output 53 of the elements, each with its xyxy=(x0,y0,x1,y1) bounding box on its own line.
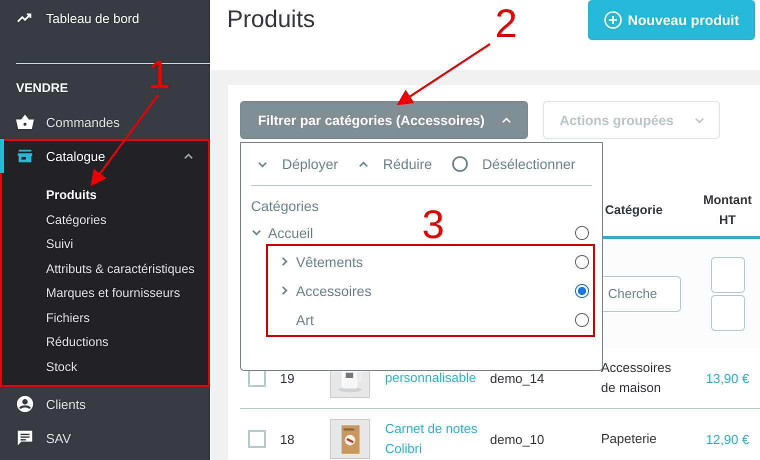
nav-subitem[interactable]: Stock xyxy=(46,354,210,379)
nav-subitem[interactable]: Réductions xyxy=(46,330,210,354)
category-label[interactable]: Art xyxy=(296,312,569,328)
table-cell-text: demo_10 xyxy=(490,432,546,446)
table-cell-text: 13,90 € xyxy=(704,370,750,386)
checkbox[interactable] xyxy=(248,430,266,448)
store-icon xyxy=(16,147,34,165)
category-label[interactable]: Accessoires xyxy=(296,282,569,298)
column-header[interactable]: Montant HT xyxy=(698,190,758,230)
nav-item[interactable]: Catalogue xyxy=(46,148,171,164)
dropdown-action[interactable]: Déployer xyxy=(251,156,344,172)
basket-icon xyxy=(16,113,34,131)
radio-button[interactable] xyxy=(575,284,589,298)
chevron-icon xyxy=(183,150,194,162)
chevron-icon xyxy=(358,158,370,170)
circle-icon xyxy=(452,156,468,172)
chevron-icon xyxy=(279,285,290,296)
table-cell-text: demo_14 xyxy=(490,370,546,386)
chevron-icon xyxy=(251,227,262,238)
input-field[interactable] xyxy=(710,256,744,292)
table-cell-text: 19 xyxy=(280,370,296,386)
table-cell-text: 18 xyxy=(280,432,296,446)
dropdown-heading: Catégories xyxy=(251,198,320,216)
nav-item[interactable]: Tableau de bord xyxy=(46,10,140,26)
radio-button[interactable] xyxy=(575,254,589,268)
radio-button[interactable] xyxy=(575,226,589,240)
radio-button[interactable] xyxy=(575,312,589,326)
chevron-icon xyxy=(500,114,512,126)
annotation-number: 2 xyxy=(495,2,518,46)
nav-item[interactable]: Clients xyxy=(46,396,194,412)
plus-icon xyxy=(604,11,622,29)
table-cell-text: 12,90 € xyxy=(704,432,750,446)
table-cell-text: Papeterie xyxy=(600,430,658,448)
dropdown-action[interactable]: Désélectionner xyxy=(446,156,582,172)
annotation-number: 1 xyxy=(148,53,170,97)
nav-subitem[interactable]: Marques et fournisseurs xyxy=(46,281,210,306)
category-label[interactable]: Vêtements xyxy=(296,254,569,270)
user-icon xyxy=(16,395,34,413)
chevron-icon xyxy=(279,256,290,267)
nav-item[interactable]: SAV xyxy=(46,430,194,446)
section-heading: VENDRE xyxy=(15,80,70,97)
nav-subitem[interactable]: Fichiers xyxy=(46,306,210,330)
page-title: Produits xyxy=(227,6,316,34)
nav-subitem[interactable]: Catégories xyxy=(46,208,210,232)
nav-subitem[interactable]: Produits xyxy=(46,183,210,208)
table-cell-text: Accessoires de maison xyxy=(600,359,672,397)
nav-subitem[interactable]: Attributs & caractéristiques xyxy=(46,256,210,281)
annotation-number: 3 xyxy=(422,203,444,247)
chat-icon xyxy=(16,429,34,447)
dropdown-action[interactable]: Réduire xyxy=(352,156,438,172)
nav-subitem[interactable]: Suivi xyxy=(46,232,210,256)
nav-item[interactable]: Commandes xyxy=(46,114,194,130)
input-field[interactable] xyxy=(710,294,744,330)
